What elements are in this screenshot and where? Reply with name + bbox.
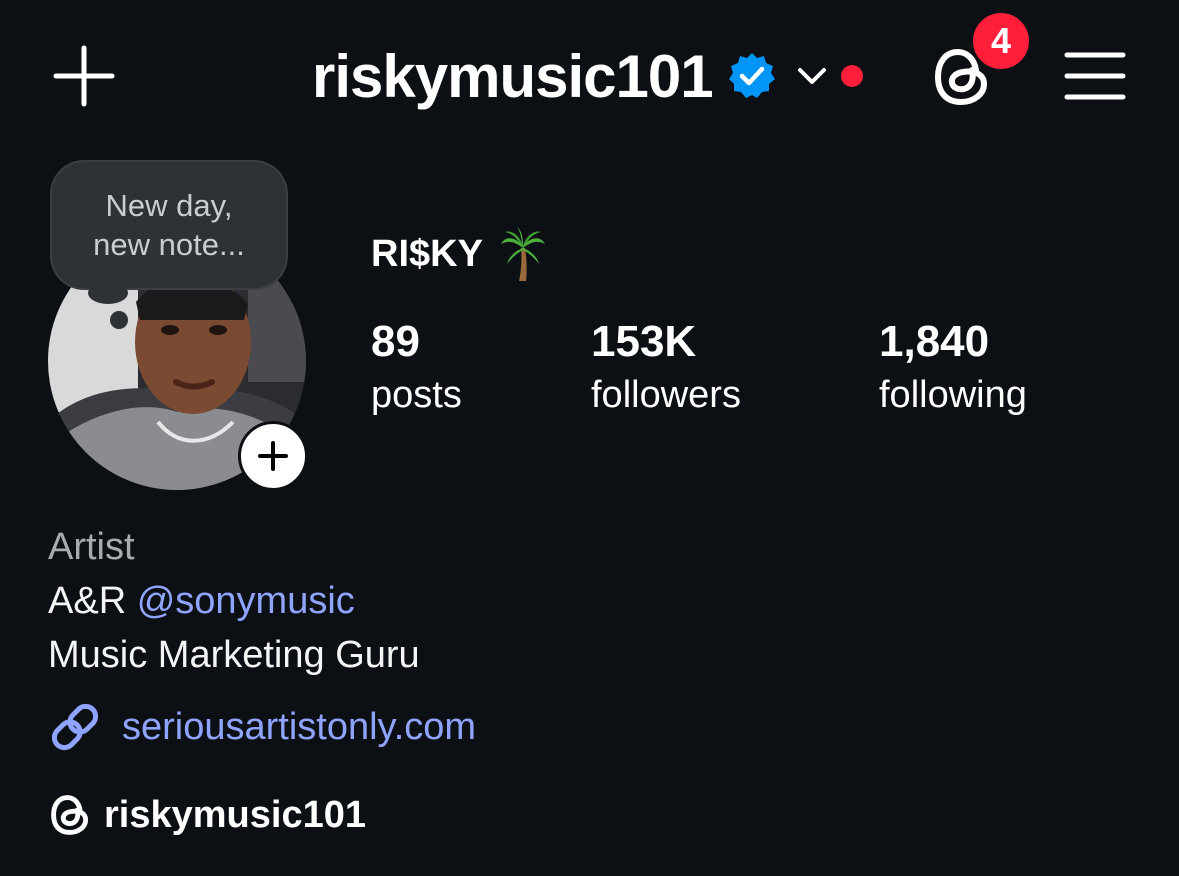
account-switcher[interactable]: riskymusic101 bbox=[312, 40, 863, 112]
add-story-button[interactable] bbox=[238, 421, 308, 491]
note-text-line1: New day, bbox=[105, 188, 233, 223]
chevron-down-icon bbox=[797, 68, 826, 84]
verified-badge-icon bbox=[728, 53, 775, 98]
hamburger-menu-icon[interactable] bbox=[1064, 50, 1126, 102]
stat-posts[interactable]: 89 posts bbox=[371, 314, 462, 420]
note-bubble[interactable]: New day, new note... bbox=[52, 162, 286, 288]
stat-following[interactable]: 1,840 following bbox=[879, 314, 1027, 420]
display-name-text: RI$KY bbox=[371, 232, 483, 275]
followers-label: followers bbox=[591, 374, 741, 416]
threads-handle: riskymusic101 bbox=[104, 793, 366, 836]
stat-followers[interactable]: 153K followers bbox=[591, 314, 741, 420]
plus-icon bbox=[258, 441, 288, 471]
username-title: riskymusic101 bbox=[312, 42, 714, 110]
note-tail bbox=[88, 282, 128, 304]
profile-category: Artist bbox=[48, 526, 135, 568]
posts-label: posts bbox=[371, 374, 462, 416]
palm-tree-emoji bbox=[500, 227, 545, 281]
website-link[interactable]: seriousartistonly.com bbox=[48, 700, 476, 754]
link-icon bbox=[51, 703, 99, 751]
bio-line-1-prefix: A&R bbox=[48, 580, 137, 622]
followers-count: 153K bbox=[591, 317, 697, 366]
note-tail-dot bbox=[110, 311, 128, 329]
profile-page: riskymusic101 4 New day, new note... RI$… bbox=[0, 0, 1179, 876]
bio-line-1: A&R @sonymusic bbox=[48, 580, 355, 623]
following-count: 1,840 bbox=[879, 317, 990, 366]
bio-line-2: Music Marketing Guru bbox=[48, 634, 420, 676]
website-url: seriousartistonly.com bbox=[122, 705, 477, 748]
mention-link[interactable]: @sonymusic bbox=[137, 580, 355, 622]
threads-profile-link[interactable]: riskymusic101 bbox=[48, 792, 366, 838]
notification-badge: 4 bbox=[973, 13, 1029, 69]
unread-dot bbox=[840, 65, 863, 87]
note-text-line2: new note... bbox=[93, 227, 245, 262]
threads-icon bbox=[51, 795, 89, 835]
posts-count: 89 bbox=[371, 317, 420, 366]
following-label: following bbox=[879, 374, 1027, 416]
display-name: RI$KY bbox=[371, 226, 547, 282]
add-icon[interactable] bbox=[52, 44, 116, 108]
